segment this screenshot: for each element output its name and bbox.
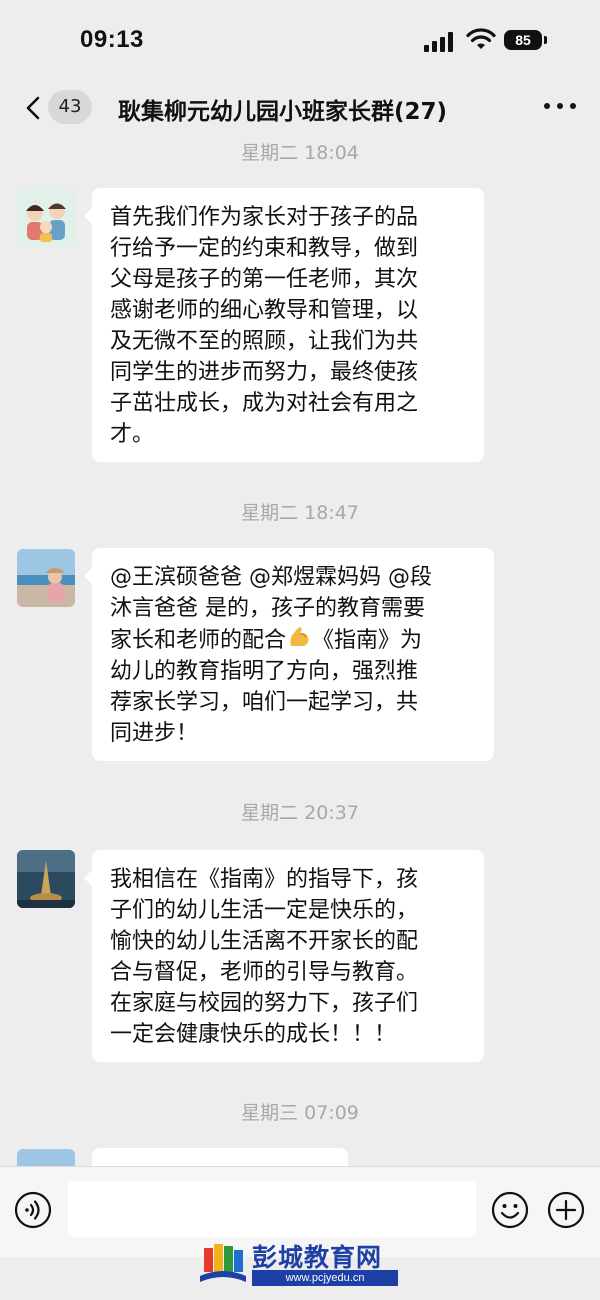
book-logo-icon [200,1244,246,1282]
chat-area[interactable]: 星期二 18:04 首先我们作为家长对于孩子的品 行给予一定的约束和教导，做到 … [0,136,600,1166]
timestamp: 星期三 07:09 [241,1102,359,1124]
message-text-segment: 《指南》为 [312,628,423,653]
timestamp: 星期二 20:37 [241,802,359,824]
message-line: @王滨硕爸爸 @郑煜霖妈妈 @段 [110,565,432,590]
message-bubble[interactable]: 我相信在《指南》的指导下，孩 子们的幼儿生活一定是快乐的， 愉快的幼儿生活离不开… [84,850,484,1062]
message-line: 行给予一定的约束和教导，做到 [110,236,419,261]
timestamp: 星期二 18:47 [241,502,359,524]
battery-tip [544,36,547,44]
timestamp: 星期二 18:04 [241,142,359,164]
message-line: 在家庭与校园的努力下，孩子们 [110,991,419,1016]
message-line: 才。 [110,422,155,447]
avatar[interactable] [17,1149,75,1166]
back-arrow-icon[interactable] [22,94,50,122]
watermark-logo: 彭城教育网 www.pcjyedu.cn [196,1236,406,1292]
message-line: 同进步！ [110,721,199,746]
voice-icon[interactable] [14,1191,52,1229]
message-line: 子茁壮成长，成为对社会有用之 [110,391,419,416]
watermark-title: 彭城教育网 [252,1243,383,1272]
nav-bar: 43 耿集柳元幼儿园小班家长群(27) [0,80,600,136]
message-line: 合与督促，老师的引导与教育。 [110,960,419,985]
message-line: 幼儿的教育指明了方向，强烈推 [110,659,419,684]
message-line: 荐家长学习，咱们一起学习，共 [110,690,419,715]
message-text-segment: 家长和老师的配合 [110,628,287,653]
signal-icon [424,32,456,52]
message-line: 愉快的幼儿生活离不开家长的配 [110,929,419,954]
message-line: 首先我们作为家长对于孩子的品 [110,205,419,230]
message-line: 家长和老师的配合 《指南》为 [110,624,476,656]
message-input[interactable] [68,1181,476,1237]
more-icon[interactable] [544,102,576,112]
plus-icon[interactable] [547,1191,585,1229]
status-bar: 09:13 85 [0,0,600,80]
flexed-biceps-emoji-icon [290,627,309,646]
watermark-url: www.pcjyedu.cn [252,1270,398,1286]
wifi-icon [466,28,496,49]
avatar[interactable] [17,850,75,908]
emoji-icon[interactable] [491,1191,529,1229]
avatar[interactable] [17,189,75,247]
battery-icon: 85 [504,30,542,50]
message-bubble[interactable] [92,1148,348,1166]
message-line: 我相信在《指南》的指导下，孩 [110,867,419,892]
message-line: 感谢老师的细心教导和管理，以 [110,298,419,323]
message-line: 父母是孩子的第一任老师，其次 [110,267,419,292]
avatar[interactable] [17,549,75,607]
message-bubble[interactable]: 首先我们作为家长对于孩子的品 行给予一定的约束和教导，做到 父母是孩子的第一任老… [84,188,484,462]
message-line: 沐言爸爸 是的，孩子的教育需要 [110,596,425,621]
message-line: 一定会健康快乐的成长！！！ [110,1022,397,1047]
message-line: 同学生的进步而努力，最终使孩 [110,360,419,385]
message-line: 及无微不至的照顾，让我们为共 [110,329,419,354]
status-time: 09:13 [80,26,144,53]
message-line: 子们的幼儿生活一定是快乐的， [110,898,419,923]
message-bubble[interactable]: @王滨硕爸爸 @郑煜霖妈妈 @段 沐言爸爸 是的，孩子的教育需要 家长和老师的配… [84,548,494,761]
chat-title: 耿集柳元幼儿园小班家长群(27) [118,99,448,125]
unread-count-badge[interactable]: 43 [48,90,92,124]
